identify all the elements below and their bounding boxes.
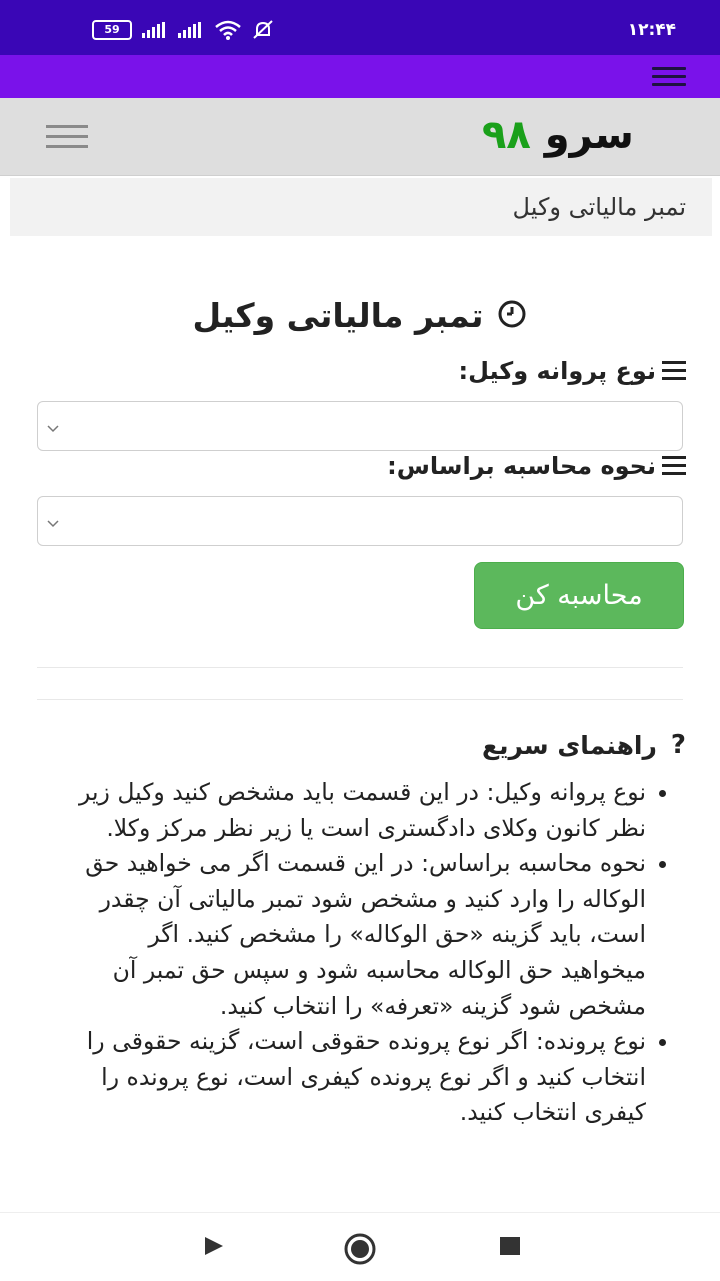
guide-item: نحوه محاسبه براساس: در این قسمت اگر می خ…: [58, 846, 666, 1024]
clock-icon: [497, 298, 527, 337]
list-icon: [662, 456, 686, 476]
logo-number: ۹۸: [482, 112, 531, 158]
license-type-label: نوع پروانه وکیل:: [458, 357, 686, 385]
hamburger-icon[interactable]: [652, 67, 686, 87]
guide-item: نوع پرونده: اگر نوع پرونده حقوقی است، گز…: [58, 1024, 666, 1131]
question-icon: ?: [670, 730, 686, 760]
calc-basis-label: نحوه محاسبه براساس:: [387, 452, 686, 480]
page-title-text: تمبر مالیاتی وکیل: [192, 296, 484, 335]
navigation-bar: [0, 1212, 720, 1281]
guide-item: نوع پروانه وکیل: در این قسمت باید مشخص ک…: [58, 775, 666, 846]
back-icon[interactable]: [203, 1235, 225, 1261]
chevron-down-icon: [46, 513, 60, 532]
status-bar: 59 ۱۲:۴۴: [0, 0, 720, 55]
license-type-label-text: نوع پروانه وکیل:: [458, 357, 656, 385]
divider: [37, 699, 683, 700]
divider: [37, 667, 683, 668]
guide-title-text: راهنمای سریع: [482, 730, 657, 760]
calc-basis-select[interactable]: [37, 496, 683, 546]
status-time: ۱۲:۴۴: [627, 20, 676, 40]
app-bar: [0, 55, 720, 98]
battery-icon: 59: [92, 20, 132, 40]
status-icons: 59: [92, 20, 274, 40]
wifi-icon: [214, 20, 242, 40]
bell-muted-icon: [252, 20, 274, 40]
chevron-down-icon: [46, 418, 60, 437]
logo-word: سرو: [544, 112, 634, 158]
page-title: تمبر مالیاتی وکیل: [0, 296, 720, 337]
list-icon: [662, 361, 686, 381]
license-type-select[interactable]: [37, 401, 683, 451]
calculate-button[interactable]: محاسبه کن: [474, 562, 684, 629]
recent-apps-icon[interactable]: [499, 1236, 521, 1260]
signal-icon: [142, 22, 168, 38]
signal-icon-2: [178, 22, 204, 38]
site-menu-icon[interactable]: [46, 125, 88, 149]
calc-basis-label-text: نحوه محاسبه براساس:: [387, 452, 656, 480]
guide-title: ? راهنمای سریع: [482, 730, 686, 760]
home-icon[interactable]: [344, 1233, 376, 1269]
breadcrumb: تمبر مالیاتی وکیل: [10, 178, 712, 236]
guide-list: نوع پروانه وکیل: در این قسمت باید مشخص ک…: [58, 775, 668, 1131]
site-logo[interactable]: سرو ۹۸: [482, 112, 634, 158]
